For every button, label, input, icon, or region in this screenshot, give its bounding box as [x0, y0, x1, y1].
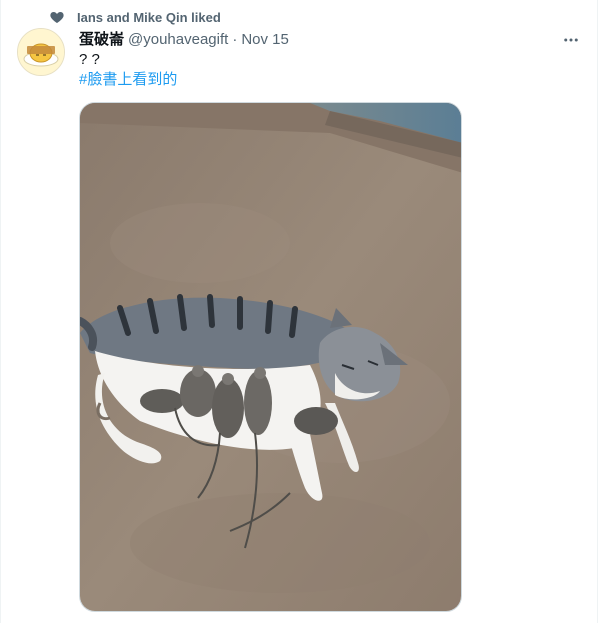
- heart-icon: [50, 12, 64, 23]
- user-handle[interactable]: @youhaveagift: [128, 30, 228, 50]
- more-options-button[interactable]: [561, 30, 581, 50]
- more-horizontal-icon: [564, 38, 578, 42]
- tweet-article[interactable]: Ians and Mike Qin liked 蛋破崙 @youhaveagif…: [0, 0, 598, 623]
- gudetama-avatar: [18, 29, 64, 75]
- tweet-timestamp[interactable]: Nov 15: [241, 30, 289, 50]
- display-name[interactable]: 蛋破崙: [79, 30, 124, 50]
- hashtag-link[interactable]: #臉書上看到的: [79, 70, 177, 90]
- social-context[interactable]: Ians and Mike Qin liked: [49, 8, 221, 26]
- avatar[interactable]: [17, 28, 65, 76]
- tweet-text: ? ?: [79, 51, 100, 68]
- tweet-photo[interactable]: [79, 102, 462, 612]
- social-context-text: Ians and Mike Qin liked: [77, 9, 221, 25]
- separator-dot: ·: [232, 31, 238, 48]
- tweet-header: 蛋破崙 @youhaveagift · Nov 15: [79, 30, 289, 50]
- cat-with-rats-photo: [80, 103, 461, 611]
